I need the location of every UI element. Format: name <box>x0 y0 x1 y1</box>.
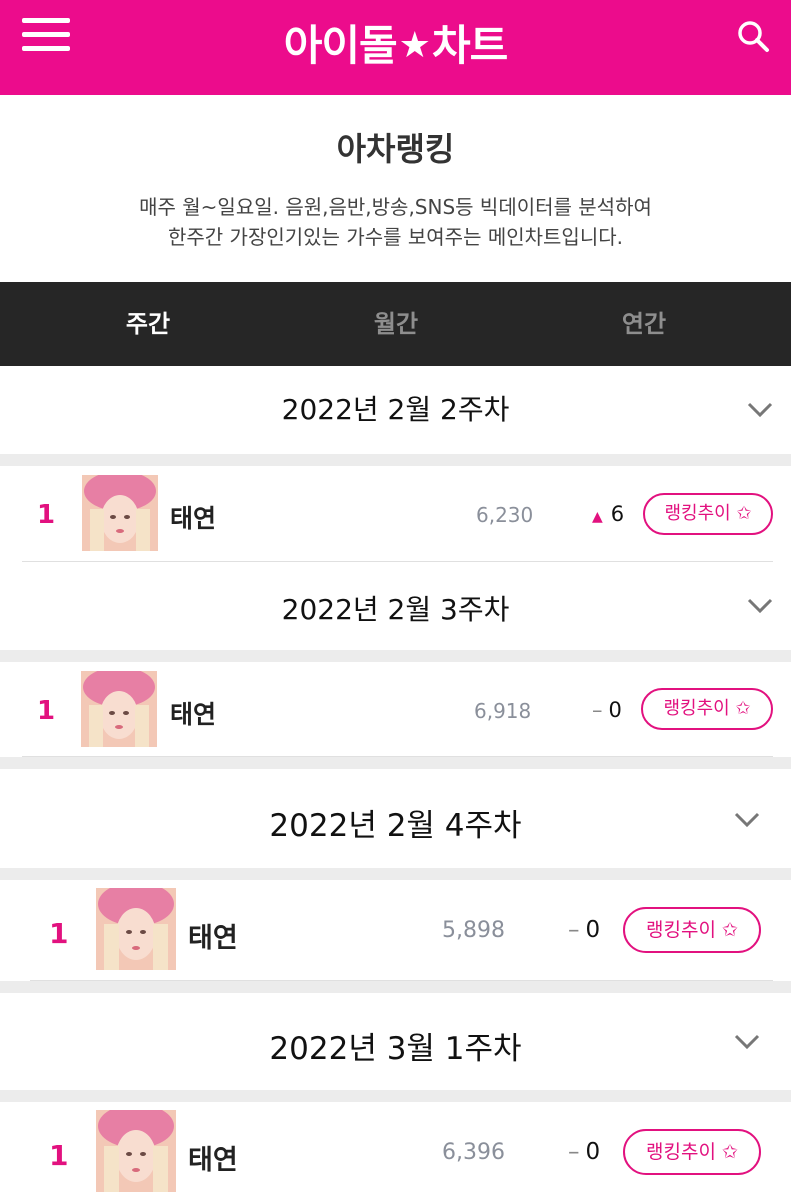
week-title: 2022년 2월 4주차 <box>269 808 522 844</box>
rank-change: –0 <box>568 917 600 943</box>
ranking-trend-button[interactable]: 랭킹추이 ✩ <box>623 907 761 953</box>
artist-thumbnail[interactable] <box>96 888 176 970</box>
rank-change: –0 <box>568 1139 600 1165</box>
rank-number: 1 <box>37 696 56 726</box>
section-gap <box>0 650 791 662</box>
artist-thumbnail[interactable] <box>96 1110 176 1192</box>
rank-change: –0 <box>592 698 622 722</box>
week-header[interactable]: 2022년 2월 4주차 <box>0 800 791 845</box>
section-gap <box>0 454 791 466</box>
page-description: 매주 월~일요일. 음원,음반,방송,SNS등 빅데이터를 분석하여 한주간 가… <box>0 192 791 252</box>
artist-name[interactable]: 태연 <box>188 916 238 955</box>
section-gap <box>0 1090 791 1102</box>
week-header[interactable]: 2022년 3월 1주차 <box>0 1023 791 1068</box>
top-bar: 아이돌★차트 <box>0 0 791 95</box>
score: 6,230 <box>476 503 534 527</box>
tab-monthly[interactable]: 월간 <box>316 282 476 366</box>
rank-number: 1 <box>49 1139 69 1172</box>
artist-thumbnail[interactable] <box>82 475 158 551</box>
change-value: 6 <box>610 502 625 526</box>
week-header[interactable]: 2022년 2월 3주차 <box>0 588 791 628</box>
rank-change: ▲ 6 <box>592 502 624 526</box>
score: 5,898 <box>442 918 505 943</box>
week-title: 2022년 2월 3주차 <box>281 593 510 626</box>
site-logo[interactable]: 아이돌★차트 <box>0 12 791 73</box>
chart-row: 1 태연 6,230 ▲ 6 랭킹추이 ✩ <box>0 466 791 561</box>
description-line-2: 한주간 가장인기있는 가수를 보여주는 메인차트입니다. <box>168 225 623 249</box>
no-change-dash-icon: – <box>568 1139 580 1165</box>
section-gap <box>0 868 791 880</box>
tab-yearly[interactable]: 연간 <box>564 282 724 366</box>
week-title: 2022년 2월 2주차 <box>281 393 510 426</box>
rank-number: 1 <box>37 500 56 530</box>
score: 6,396 <box>442 1140 505 1165</box>
chart-row: 1 태연 6,918 –0 랭킹추이 ✩ <box>0 662 791 757</box>
change-value: 0 <box>585 917 601 943</box>
chevron-down-icon[interactable] <box>747 598 773 614</box>
chart-row: 1 태연 5,898 –0 랭킹추이 ✩ <box>0 880 791 980</box>
artist-name[interactable]: 태연 <box>170 499 216 535</box>
chevron-down-icon[interactable] <box>747 402 773 418</box>
week-title: 2022년 3월 1주차 <box>269 1031 522 1067</box>
section-gap <box>0 981 791 993</box>
section-gap <box>0 757 791 769</box>
row-divider <box>22 561 773 562</box>
no-change-dash-icon: – <box>592 698 603 722</box>
logo-text-left: 아이돌 <box>283 21 398 70</box>
artist-name[interactable]: 태연 <box>188 1138 238 1177</box>
week-header[interactable]: 2022년 2월 2주차 <box>0 388 791 428</box>
ranking-trend-button[interactable]: 랭킹추이 ✩ <box>623 1129 761 1175</box>
search-icon[interactable] <box>735 18 771 54</box>
score: 6,918 <box>474 699 532 723</box>
artist-thumbnail[interactable] <box>81 671 157 747</box>
description-line-1: 매주 월~일요일. 음원,음반,방송,SNS등 빅데이터를 분석하여 <box>139 195 652 219</box>
page-title: 아차랭킹 <box>336 130 455 168</box>
change-value: 0 <box>585 1139 601 1165</box>
artist-name[interactable]: 태연 <box>170 695 216 731</box>
ranking-trend-button[interactable]: 랭킹추이 ✩ <box>643 493 773 535</box>
arrow-up-icon: ▲ <box>592 509 603 525</box>
star-icon: ★ <box>398 25 431 66</box>
period-tabs: 주간 월간 연간 <box>0 282 791 366</box>
no-change-dash-icon: – <box>568 917 580 943</box>
chart-row: 1 태연 6,396 –0 랭킹추이 ✩ <box>0 1102 791 1200</box>
rank-number: 1 <box>49 917 69 950</box>
chevron-down-icon[interactable] <box>734 1034 760 1050</box>
logo-text-right: 차트 <box>431 21 508 70</box>
ranking-trend-button[interactable]: 랭킹추이 ✩ <box>641 688 773 730</box>
tab-weekly[interactable]: 주간 <box>68 282 228 366</box>
change-value: 0 <box>608 698 622 722</box>
chevron-down-icon[interactable] <box>734 812 760 828</box>
